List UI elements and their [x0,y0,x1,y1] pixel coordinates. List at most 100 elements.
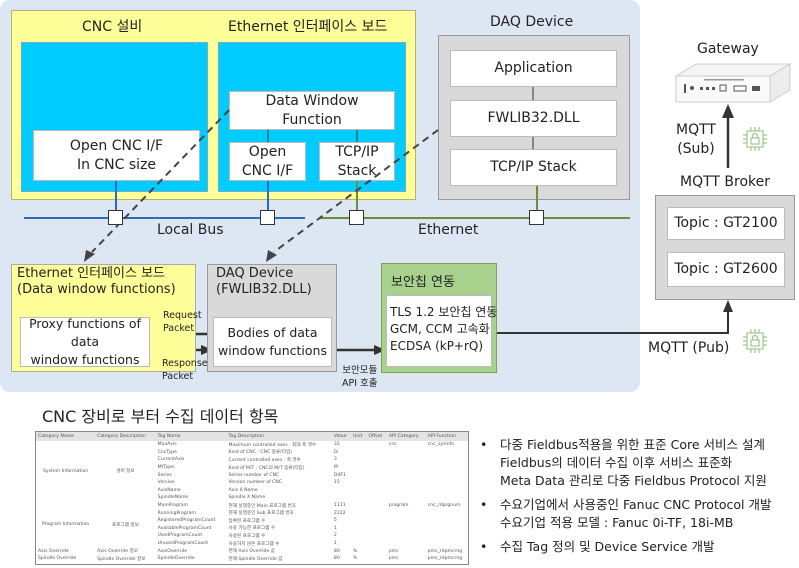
bus-node [260,210,275,225]
column-header: Unit [351,432,367,441]
table-cell: 80 [333,548,340,554]
security-chip-lock-icon [743,329,767,353]
table-cell [332,494,351,502]
table-cell: 2 [333,533,337,539]
table-cell: SpindleOverride [157,556,195,562]
tag-table: Category Name Category Description Tag Nam… [36,432,468,563]
bullet-line: 수요기업에서 사용중인 Fanuc CNC Protocol 개발 [500,497,772,512]
table-cell: 현재 Spindle Override 값 [228,556,283,562]
category-name: System Information [42,468,89,474]
column-header: Category Description [95,432,156,441]
table-cell [366,502,386,510]
table-cell [426,464,468,472]
table-cell: pmc_rdpmcrng [427,556,463,562]
table-cell: AvailableProgramCount [157,525,212,531]
table-cell: Kind of CNC : CNC 종류(타입) [228,450,293,456]
table-cell [387,494,426,502]
table-cell [426,456,468,464]
table-cell [366,479,386,487]
table-cell [351,525,366,533]
table-cell [366,540,386,548]
table-row: Program Information 프로그램 정보 MainProgram 현재 … [36,502,468,527]
label: TLS 1.2 보안칩 연동 [390,305,498,319]
table-cell: cnc_rdprgnum [427,503,461,509]
topic-gt2600: Topic : GT2600 [667,252,785,287]
label: window functions [218,343,327,358]
table-cell [351,509,366,517]
table-cell [426,449,468,457]
table-cell: 1 [333,525,337,531]
security-details: TLS 1.2 보안칩 연동 GCM, CCM 고속화 ECDSA (kP+rQ) [386,295,498,367]
table-cell: 0i [333,449,339,455]
table-cell [332,487,351,495]
ethernet-node [349,210,364,225]
table-cell [426,494,468,502]
table-cell: pmc_rdpmcrng [427,548,463,554]
table-cell: pmc [388,556,399,562]
table-cell [426,532,468,540]
table-cell [387,479,426,487]
table-cell: 1 [333,541,337,547]
table-cell: M [333,465,338,471]
table-cell: MtType [157,465,174,471]
table-cell: SpindleName [157,495,189,501]
column-header: Value [331,432,352,441]
category-desc: Spindle Override 정보 [97,556,146,562]
table-cell: RunningProgram [157,510,196,516]
table-cell: 현재 Axis Override 값 [228,549,275,555]
table-cell [366,456,386,464]
label: 보안모듈 [342,365,378,376]
label: Ethernet 인터페이스 보드 [17,266,165,281]
label: DAQ Device [216,266,294,281]
table-cell: cnc [388,442,397,448]
table-cell [387,525,426,533]
feature-bullets: 다중 Fieldbus적용을 위한 표준 Core 서비스 설계 Fieldbus… [476,436,771,562]
table-cell [366,547,386,555]
label: (Sub) [677,141,715,157]
label: window functions [30,352,140,367]
security-title: 보안칩 연동 [391,275,455,290]
table-row: Spindle Override Spindle Override 정보 Spind… [36,555,468,563]
table-cell [387,471,426,479]
table-cell: CncType [157,449,177,455]
table-cell [366,494,386,502]
table-cell: 현재 실행중인 Sub 프로그램 번호 [228,511,294,517]
label: (FWLIB32.DLL) [216,282,312,297]
table-cell [351,532,366,540]
label: GCM, CCM 고속화 [390,322,490,336]
label: ECDSA (kP+rQ) [390,339,484,353]
label: (Data window functions) [17,282,176,297]
table-cell [351,441,366,449]
label: Packet [162,371,194,382]
bullet-line: 다중 Fieldbus적용을 위한 표준 Core 서비스 설계 [500,437,765,452]
table-cell: Kind of M/T : CNC의 M/T 종류(타입) [228,465,305,471]
table-cell [387,540,426,548]
table-cell: RegisteredProgramCount [157,518,216,524]
table-cell: UnusedProgramCount [157,541,209,547]
table-cell [426,525,468,533]
table-cell [351,540,366,548]
ethernet-node [529,210,544,225]
table-cell [351,456,366,464]
label: MQTT [676,122,716,138]
table-title: CNC 장비로 부터 수집 데이터 항목 [42,407,279,426]
table-cell [426,487,468,495]
table-cell [351,494,366,502]
bullet-line: 수요기업 적용 모델 : Fanuc 0i-TF, 18i-MB [500,515,734,530]
gateway-device-icon [674,63,792,103]
label: Packet [163,323,195,334]
table-cell: UsedProgramCount [157,533,203,539]
category-name: Program Information [41,522,90,528]
table-cell [366,471,386,479]
table-cell [351,464,366,472]
table-cell [351,449,366,457]
table-cell: 사용 가능한 프로그램 수 [228,526,276,532]
topic-gt2100: Topic : GT2100 [667,207,785,240]
table-cell: Axis X Name [228,487,258,493]
table-cell: 사용하지 않은 프로그램 수 [228,541,280,547]
table-cell: AxisOverride [157,548,188,554]
bodies-box: Bodies of data window functions [213,317,332,367]
table-cell: Spindle X Name [228,495,266,501]
category-name: Spindle Override [38,556,77,562]
table-cell [426,479,468,487]
